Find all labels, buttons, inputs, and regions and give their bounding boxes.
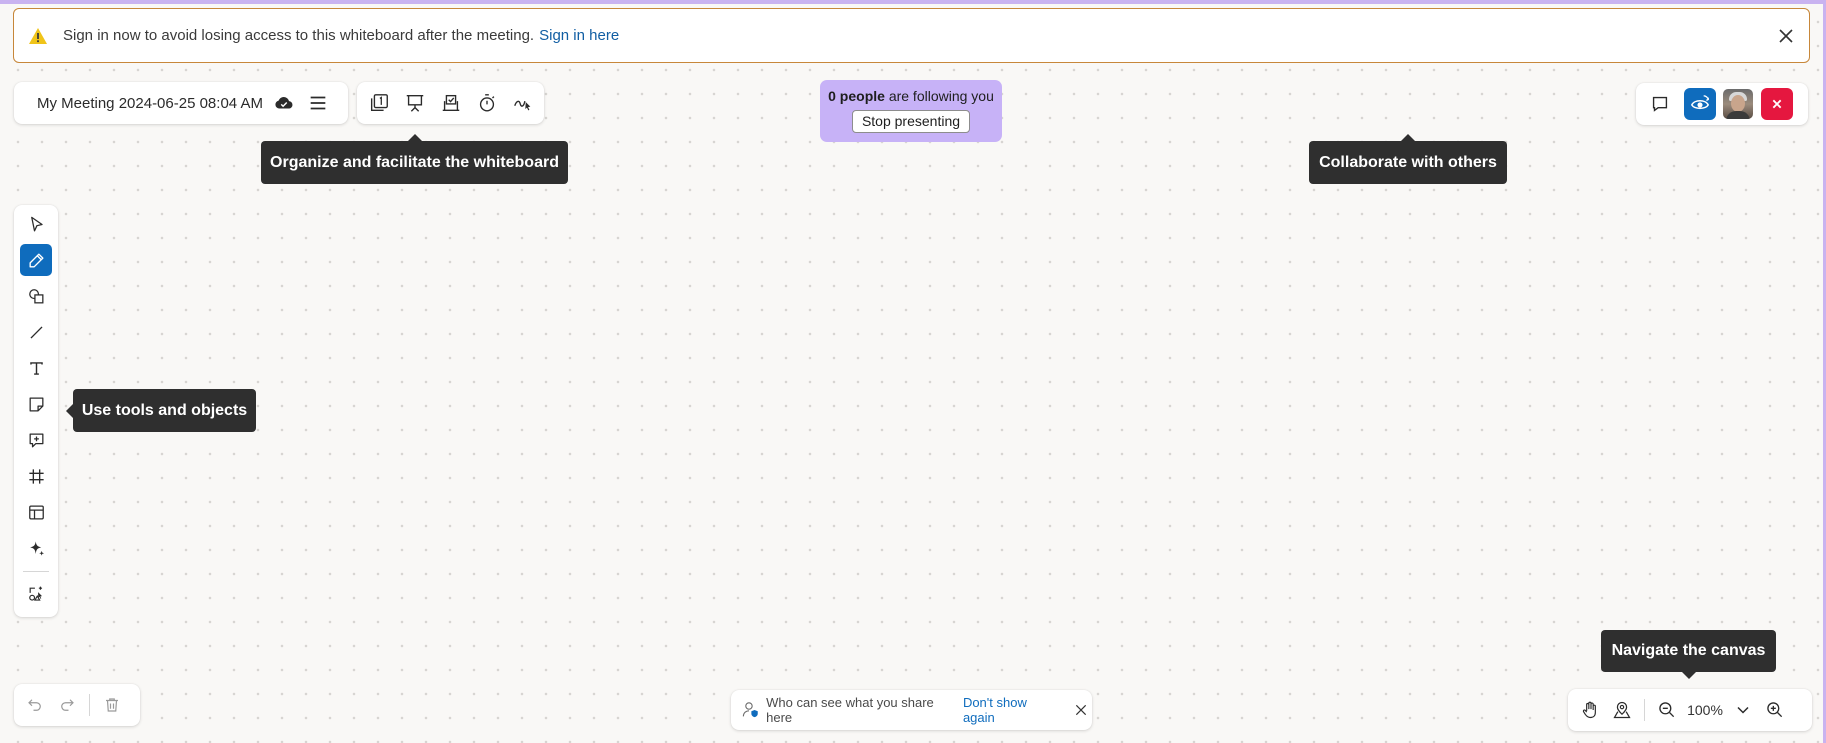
history-divider [89, 694, 90, 716]
insert-media-icon [28, 586, 42, 601]
line-icon [29, 325, 43, 339]
top-accent-line [0, 0, 1826, 4]
follower-count: 0 people [828, 88, 885, 104]
comment-icon [1652, 96, 1668, 112]
eye-follow-icon [1690, 95, 1710, 110]
tooltip-organize: Organize and facilitate the whiteboard [261, 134, 568, 184]
pages-button[interactable] [361, 86, 397, 120]
text-icon [29, 361, 43, 375]
insert-media-tool[interactable] [20, 578, 52, 610]
ai-sparkle-icon [29, 540, 44, 556]
comments-button[interactable] [1643, 87, 1677, 121]
leave-whiteboard-button[interactable] [1761, 88, 1793, 120]
frame-icon [28, 468, 44, 484]
close-icon[interactable] [1777, 27, 1795, 45]
select-icon [30, 216, 43, 231]
map-pin-icon [1613, 701, 1631, 719]
pages-icon [370, 94, 388, 112]
template-icon [28, 505, 44, 519]
close-icon [1772, 99, 1782, 109]
close-icon [1075, 704, 1087, 716]
locate-button[interactable] [1606, 693, 1638, 727]
presenting-indicator: 0 people are following you Stop presenti… [820, 80, 1002, 142]
voting-button[interactable] [433, 86, 469, 120]
select-tool[interactable] [20, 208, 52, 240]
zoom-level[interactable]: 100% [1683, 702, 1727, 718]
timer-button[interactable] [469, 86, 505, 120]
tools-toolbar [14, 205, 58, 617]
presentation-icon [406, 94, 424, 112]
tooltip-tools: Use tools and objects [66, 389, 256, 432]
chevron-down-icon [1737, 706, 1749, 714]
timer-icon [479, 94, 495, 112]
present-button[interactable] [397, 86, 433, 120]
sticky-note-tool[interactable] [20, 388, 52, 420]
delete-button[interactable] [96, 688, 128, 722]
follow-button[interactable] [505, 86, 541, 120]
shapes-icon [28, 288, 43, 303]
follower-status: 0 people are following you [820, 88, 1002, 104]
toolbar-divider [23, 571, 49, 572]
redo-button[interactable] [51, 688, 83, 722]
zoom-dropdown-button[interactable] [1727, 693, 1759, 727]
cloud-save-button[interactable] [267, 86, 301, 120]
template-tool[interactable] [20, 496, 52, 528]
sticky-note-icon [29, 397, 43, 411]
ballot-box-icon [442, 94, 460, 112]
zoom-out-button[interactable] [1651, 693, 1683, 727]
dont-show-again-link[interactable]: Don't show again [963, 695, 1058, 725]
warning-icon [29, 27, 47, 44]
banner-message: Sign in now to avoid losing access to th… [63, 27, 535, 44]
navigation-divider [1644, 699, 1645, 721]
hamburger-icon [310, 96, 326, 110]
trash-icon [106, 698, 118, 712]
whiteboard-title-panel: My Meeting 2024-06-25 08:04 AM [14, 82, 348, 124]
avatar-face [1731, 95, 1745, 112]
person-shield-icon [742, 702, 758, 718]
line-tool[interactable] [20, 316, 52, 348]
undo-button[interactable] [19, 688, 51, 722]
zoom-in-button[interactable] [1759, 693, 1791, 727]
sign-in-link[interactable]: Sign in here [539, 27, 619, 44]
navigation-panel: 100% [1568, 689, 1812, 731]
comment-icon [29, 433, 43, 447]
avatar[interactable] [1723, 89, 1753, 119]
zoom-out-icon [1659, 702, 1675, 718]
pointer-trail-icon [514, 100, 531, 111]
frame-tool[interactable] [20, 460, 52, 492]
avatar-body [1726, 111, 1750, 119]
zoom-in-icon [1767, 702, 1783, 718]
ai-assist-tool[interactable] [20, 532, 52, 564]
stop-presenting-button[interactable]: Stop presenting [852, 110, 970, 133]
pan-button[interactable] [1574, 693, 1606, 727]
pen-icon [28, 252, 44, 268]
dismiss-hint-button[interactable] [1070, 699, 1092, 721]
text-tool[interactable] [20, 352, 52, 384]
sign-in-banner: Sign in now to avoid losing access to th… [13, 8, 1810, 63]
history-panel [14, 684, 140, 726]
shapes-tool[interactable] [20, 280, 52, 312]
collaboration-panel [1636, 83, 1808, 125]
tooltip-navigate: Navigate the canvas [1601, 630, 1776, 679]
cloud-check-icon [275, 96, 293, 109]
follow-view-button[interactable] [1684, 88, 1716, 120]
redo-icon [61, 699, 74, 711]
hand-icon [1582, 701, 1596, 719]
share-visibility-hint: Who can see what you share here Don't sh… [731, 690, 1092, 730]
organize-toolbar [357, 82, 544, 124]
pen-tool[interactable] [20, 244, 52, 276]
comment-tool[interactable] [20, 424, 52, 456]
menu-button[interactable] [301, 86, 335, 120]
share-hint-text: Who can see what you share here [766, 695, 934, 725]
tooltip-collaborate: Collaborate with others [1309, 134, 1507, 184]
undo-icon [28, 699, 41, 711]
follower-suffix: are following you [888, 88, 994, 104]
whiteboard-title[interactable]: My Meeting 2024-06-25 08:04 AM [37, 95, 267, 112]
